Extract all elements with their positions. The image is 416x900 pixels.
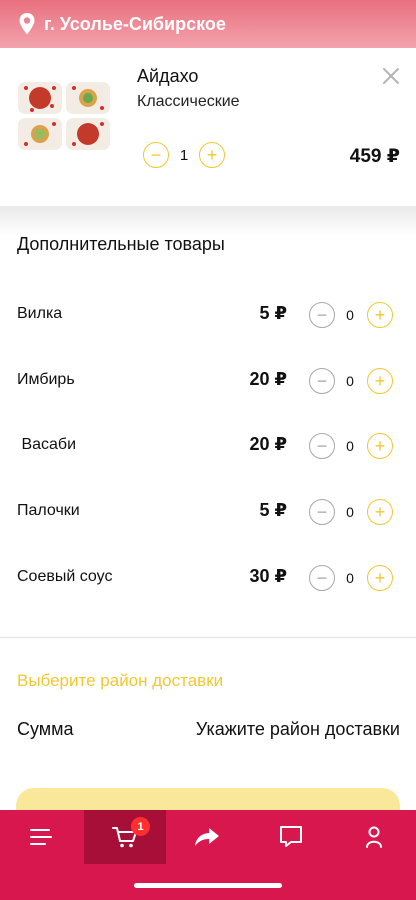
- cart-badge: 1: [131, 817, 150, 836]
- extra-count: 0: [346, 570, 354, 586]
- extra-decrease-button[interactable]: −: [309, 368, 335, 394]
- extra-row-ginger: Имбирь 20 ₽ − 0 +: [0, 361, 416, 401]
- item-price: 459 ₽: [349, 146, 400, 167]
- extra-price: 20 ₽: [249, 434, 287, 454]
- extra-decrease-button[interactable]: −: [309, 433, 335, 459]
- item-quantity-stepper: − 1 +: [143, 142, 225, 168]
- item-subtitle: Классические: [137, 93, 240, 110]
- extra-increase-button[interactable]: +: [367, 565, 393, 591]
- tab-chat[interactable]: [250, 810, 332, 864]
- extra-count: 0: [346, 438, 354, 454]
- increase-quantity-button[interactable]: +: [199, 142, 225, 168]
- profile-icon: [366, 826, 382, 848]
- extra-count: 0: [346, 504, 354, 520]
- tab-cart[interactable]: 1: [84, 810, 166, 864]
- home-indicator: [134, 883, 282, 888]
- share-icon: [195, 828, 219, 846]
- extra-row-fork: Вилка 5 ₽ − 0 +: [0, 295, 416, 335]
- sushi-roll-image: [18, 82, 110, 150]
- select-district-link[interactable]: Выберите район доставки: [17, 671, 223, 691]
- extra-label: Вилка: [17, 305, 63, 322]
- sum-value: Укажите район доставки: [195, 719, 400, 739]
- tab-share[interactable]: [166, 810, 248, 864]
- extra-count: 0: [346, 373, 354, 389]
- extra-decrease-button[interactable]: −: [309, 565, 335, 591]
- extra-price: 30 ₽: [249, 566, 287, 586]
- cart-item-card: Айдахо Классические − 1 + 459 ₽: [0, 48, 416, 206]
- bottom-tab-bar: 1: [0, 810, 416, 900]
- decrease-quantity-button[interactable]: −: [143, 142, 169, 168]
- extra-label: Соевый соус: [17, 568, 113, 585]
- extra-decrease-button[interactable]: −: [309, 302, 335, 328]
- extra-label: Палочки: [17, 502, 80, 519]
- section-shadow: [0, 206, 416, 236]
- extra-increase-button[interactable]: +: [367, 368, 393, 394]
- extra-label: Имбирь: [17, 371, 75, 388]
- chat-icon: [280, 826, 302, 847]
- tab-profile[interactable]: [333, 810, 415, 864]
- extra-label: Васаби: [17, 436, 77, 453]
- extra-row-wasabi: Васаби 20 ₽ − 0 +: [0, 426, 416, 466]
- extra-price: 5 ₽: [259, 303, 287, 323]
- extra-increase-button[interactable]: +: [367, 433, 393, 459]
- location-bar[interactable]: г. Усолье-Сибирское: [0, 0, 416, 48]
- tab-menu[interactable]: [0, 810, 82, 864]
- extra-price: 5 ₽: [259, 500, 287, 520]
- extra-increase-button[interactable]: +: [367, 302, 393, 328]
- close-icon[interactable]: [381, 66, 401, 86]
- extra-row-soy-sauce: Соевый соус 30 ₽ − 0 +: [0, 558, 416, 598]
- item-name: Айдахо: [137, 66, 199, 86]
- sum-label: Сумма: [17, 719, 74, 739]
- city-name[interactable]: г. Усолье-Сибирское: [44, 14, 226, 35]
- extra-price: 20 ₽: [249, 369, 287, 389]
- extra-increase-button[interactable]: +: [367, 499, 393, 525]
- location-pin-icon: [19, 13, 35, 35]
- extra-row-chopsticks: Палочки 5 ₽ − 0 +: [0, 492, 416, 532]
- menu-icon: [30, 829, 52, 845]
- extra-count: 0: [346, 307, 354, 323]
- extras-title: Дополнительные товары: [17, 234, 225, 254]
- extra-decrease-button[interactable]: −: [309, 499, 335, 525]
- divider: [0, 637, 416, 638]
- item-quantity: 1: [179, 146, 189, 164]
